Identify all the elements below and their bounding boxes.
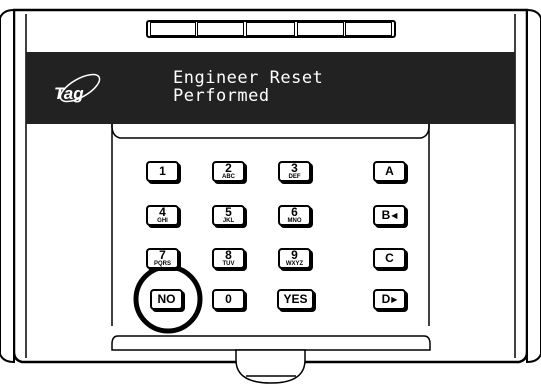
key-7[interactable]: 7 PQRS xyxy=(146,248,179,269)
key-no[interactable]: NO xyxy=(150,289,183,310)
key-sublabel: ABC xyxy=(222,174,235,180)
flap-tab[interactable] xyxy=(235,349,306,384)
key-sublabel: GHI xyxy=(157,218,168,224)
left-side-panel xyxy=(0,8,15,364)
key-label: 2 xyxy=(225,161,232,175)
key-sublabel: DEF xyxy=(288,174,301,180)
key-9[interactable]: 9 WXYZ xyxy=(278,248,311,269)
key-label: A xyxy=(385,164,394,178)
tag-logo: Tag xyxy=(54,84,84,103)
top-button-2[interactable] xyxy=(197,22,244,36)
key-b[interactable]: B ◀ xyxy=(373,205,406,226)
keypad-device xyxy=(0,8,541,384)
key-a[interactable]: A xyxy=(373,161,406,182)
display-line-1: Engineer Reset xyxy=(173,68,324,88)
display-line-2: Performed xyxy=(173,86,270,106)
key-label: NO xyxy=(157,292,176,306)
key-label: 1 xyxy=(159,164,166,178)
key-label: YES xyxy=(283,292,308,306)
left-arrow-icon: ◀ xyxy=(391,211,398,220)
key-label: 0 xyxy=(225,292,232,306)
display-panel xyxy=(26,52,515,124)
key-label: 7 xyxy=(159,248,166,262)
key-2[interactable]: 2 ABC xyxy=(212,161,245,182)
bottom-flap xyxy=(111,335,431,351)
key-label: 8 xyxy=(225,248,232,262)
key-4[interactable]: 4 GHI xyxy=(146,205,179,226)
key-label: 5 xyxy=(225,205,232,219)
key-label: 4 xyxy=(159,205,166,219)
right-arrow-icon: ▶ xyxy=(391,295,398,304)
key-sublabel: PQRS xyxy=(153,261,171,267)
key-label: D xyxy=(381,292,391,306)
top-button-4[interactable] xyxy=(297,22,344,36)
key-sublabel: TUV xyxy=(222,261,235,267)
key-6[interactable]: 6 MNO xyxy=(278,205,311,226)
right-side-panel xyxy=(526,8,541,364)
top-button-3[interactable] xyxy=(246,22,295,36)
key-d[interactable]: D ▶ xyxy=(373,289,406,310)
key-sublabel: WXYZ xyxy=(285,261,304,267)
key-3[interactable]: 3 DEF xyxy=(278,161,311,182)
top-button-1[interactable] xyxy=(150,22,196,36)
key-sublabel: JKL xyxy=(222,218,235,224)
key-8[interactable]: 8 TUV xyxy=(212,248,245,269)
key-5[interactable]: 5 JKL xyxy=(212,205,245,226)
key-c[interactable]: C xyxy=(373,248,406,269)
key-label: 3 xyxy=(291,161,298,175)
top-button-5[interactable] xyxy=(345,22,392,36)
key-label: C xyxy=(385,251,394,265)
key-label: 6 xyxy=(291,205,298,219)
key-label: 9 xyxy=(291,248,298,262)
key-label: B xyxy=(381,208,391,222)
key-0[interactable]: 0 xyxy=(212,289,245,310)
key-yes[interactable]: YES xyxy=(277,289,314,310)
key-sublabel: MNO xyxy=(287,218,302,224)
key-1[interactable]: 1 xyxy=(146,161,179,182)
